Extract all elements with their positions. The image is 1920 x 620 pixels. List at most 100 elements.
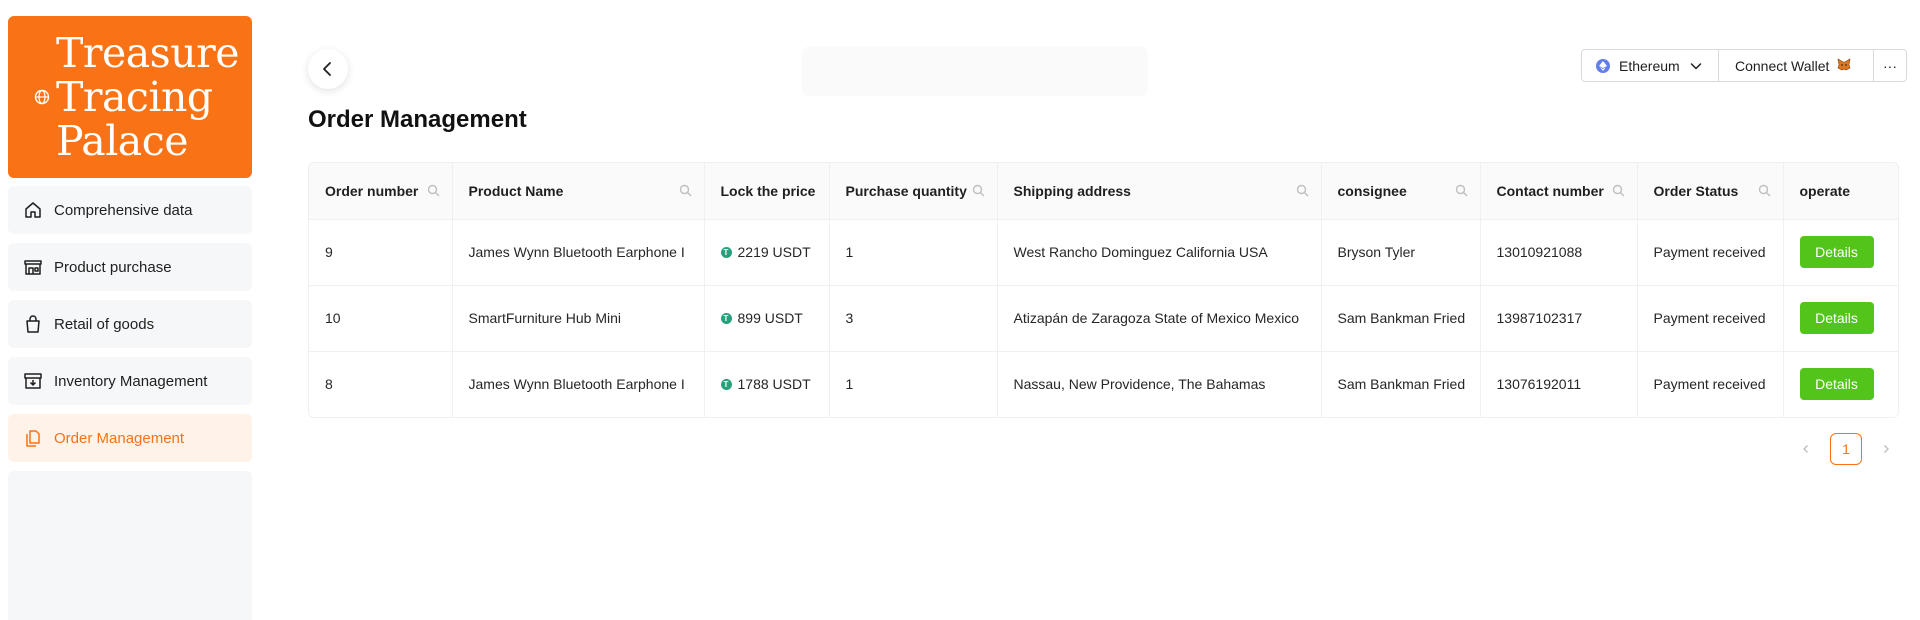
- column-label: Order Status: [1653, 182, 1739, 199]
- column-label: Shipping address: [1013, 182, 1131, 199]
- chevron-right-icon: [1884, 445, 1889, 453]
- sidebar-item-label: Inventory Management: [54, 372, 208, 390]
- address-cell: Atizapán de Zaragoza State of Mexico Mex…: [997, 285, 1322, 352]
- globe-icon: [34, 89, 50, 105]
- sidebar-item-comprehensive-data[interactable]: Comprehensive data: [8, 186, 252, 234]
- order-number-cell: 10: [309, 285, 453, 352]
- column-header-order-status: Order Status: [1637, 163, 1784, 220]
- column-label: Product Name: [468, 182, 564, 199]
- network-selector[interactable]: Ethereum: [1582, 50, 1719, 81]
- column-header-shipping-address: Shipping address: [997, 163, 1322, 220]
- sidebar-item-product-purchase[interactable]: Product purchase: [8, 243, 252, 291]
- brand-line: Treasure: [56, 29, 239, 77]
- column-header-operate: operate: [1783, 163, 1898, 220]
- details-button[interactable]: Details: [1799, 302, 1874, 334]
- usdt-icon: T: [720, 378, 732, 390]
- next-page-button[interactable]: [1870, 433, 1902, 465]
- quantity-cell: 1: [829, 351, 998, 417]
- column-label: Order number: [325, 182, 419, 199]
- column-header-lock-price: Lock the price: [704, 163, 830, 220]
- store-icon: [22, 256, 44, 278]
- metamask-fox-icon: [1837, 57, 1851, 74]
- contact-cell: 13010921088: [1480, 219, 1638, 286]
- price-value: 1788 USDT: [737, 376, 811, 393]
- brand-logo[interactable]: Treasure Tracing Palace: [8, 16, 252, 178]
- table-header-row: Order number Product Name Lock the price…: [309, 163, 1898, 220]
- sidebar-item-label: Product purchase: [54, 258, 172, 276]
- table-row: 8 James Wynn Bluetooth Earphone I T 1788 …: [309, 351, 1898, 417]
- chevron-down-icon: [1690, 62, 1701, 70]
- pagination: 1: [1790, 433, 1902, 465]
- sidebar-empty-panel: [8, 471, 252, 620]
- details-button[interactable]: Details: [1799, 236, 1874, 268]
- column-label: consignee: [1337, 182, 1407, 199]
- table-row: 9 James Wynn Bluetooth Earphone I T 2219 …: [309, 219, 1898, 286]
- chevron-left-icon: [1803, 445, 1808, 453]
- sidebar-item-label: Retail of goods: [54, 315, 155, 333]
- table-row: 10 SmartFurniture Hub Mini T 899 USDT 3 A…: [309, 285, 1898, 352]
- column-header-product-name: Product Name: [452, 163, 705, 220]
- status-cell: Payment received: [1637, 219, 1784, 286]
- inventory-box-icon: [22, 370, 44, 392]
- sidebar-item-label: Order Management: [54, 429, 185, 447]
- address-cell: West Rancho Dominguez California USA: [997, 219, 1322, 286]
- order-number-cell: 9: [309, 219, 453, 286]
- search-icon[interactable]: [1758, 184, 1771, 197]
- sidebar-nav: Comprehensive data Product purchase Reta…: [8, 186, 252, 620]
- sidebar: Treasure Tracing Palace Comprehensive da…: [8, 16, 252, 620]
- sidebar-item-label: Comprehensive data: [54, 201, 193, 219]
- price-cell: T 2219 USDT: [704, 219, 830, 286]
- search-icon[interactable]: [427, 184, 440, 197]
- search-icon[interactable]: [1612, 184, 1625, 197]
- price-cell: T 1788 USDT: [704, 351, 830, 417]
- network-label: Ethereum: [1619, 57, 1680, 74]
- search-icon[interactable]: [1455, 184, 1468, 197]
- quantity-cell: 1: [829, 219, 998, 286]
- wallet-toolbar: Ethereum Connect Wallet ···: [1581, 49, 1907, 82]
- quantity-cell: 3: [829, 285, 998, 352]
- back-button[interactable]: [308, 49, 348, 89]
- prev-page-button[interactable]: [1790, 433, 1822, 465]
- home-icon: [22, 199, 44, 221]
- operate-cell: Details: [1783, 285, 1898, 352]
- usdt-icon: T: [720, 246, 732, 258]
- consignee-cell: Sam Bankman Fried: [1321, 351, 1481, 417]
- sidebar-item-retail-of-goods[interactable]: Retail of goods: [8, 300, 252, 348]
- product-name-cell: James Wynn Bluetooth Earphone I: [452, 351, 705, 417]
- sidebar-item-order-management[interactable]: Order Management: [8, 414, 252, 462]
- connect-wallet-button[interactable]: Connect Wallet: [1719, 50, 1874, 81]
- search-icon[interactable]: [972, 184, 985, 197]
- price-value: 899 USDT: [737, 310, 803, 326]
- page-number-current[interactable]: 1: [1830, 433, 1862, 465]
- orders-table: Order number Product Name Lock the price…: [308, 162, 1899, 418]
- operate-cell: Details: [1783, 351, 1898, 417]
- copy-docs-icon: [22, 427, 44, 449]
- status-cell: Payment received: [1637, 285, 1784, 352]
- search-icon[interactable]: [679, 184, 692, 197]
- header-placeholder: [802, 46, 1148, 96]
- sidebar-item-inventory-management[interactable]: Inventory Management: [8, 357, 252, 405]
- ethereum-icon: [1596, 58, 1610, 73]
- operate-cell: Details: [1783, 219, 1898, 286]
- connect-wallet-label: Connect Wallet: [1735, 57, 1830, 74]
- address-cell: Nassau, New Providence, The Bahamas: [997, 351, 1322, 417]
- consignee-cell: Sam Bankman Fried: [1321, 285, 1481, 352]
- column-label: Contact number: [1496, 182, 1604, 199]
- details-button[interactable]: Details: [1799, 368, 1874, 401]
- brand-line: Tracing: [56, 73, 213, 121]
- page-title: Order Management: [308, 106, 527, 133]
- column-header-consignee: consignee: [1321, 163, 1481, 220]
- more-options-button[interactable]: ···: [1874, 50, 1906, 81]
- price-cell: T 899 USDT: [704, 285, 830, 352]
- column-label: Lock the price: [720, 182, 816, 199]
- product-name-cell: SmartFurniture Hub Mini: [452, 285, 705, 352]
- order-number-cell: 8: [309, 351, 453, 417]
- shopping-bag-icon: [22, 313, 44, 335]
- status-cell: Payment received: [1637, 351, 1784, 417]
- column-header-contact-number: Contact number: [1480, 163, 1638, 220]
- column-label: operate: [1799, 182, 1851, 199]
- search-icon[interactable]: [1296, 184, 1309, 197]
- column-header-purchase-quantity: Purchase quantity: [829, 163, 998, 220]
- product-name-cell: James Wynn Bluetooth Earphone I: [452, 219, 705, 286]
- column-label: Purchase quantity: [845, 182, 967, 199]
